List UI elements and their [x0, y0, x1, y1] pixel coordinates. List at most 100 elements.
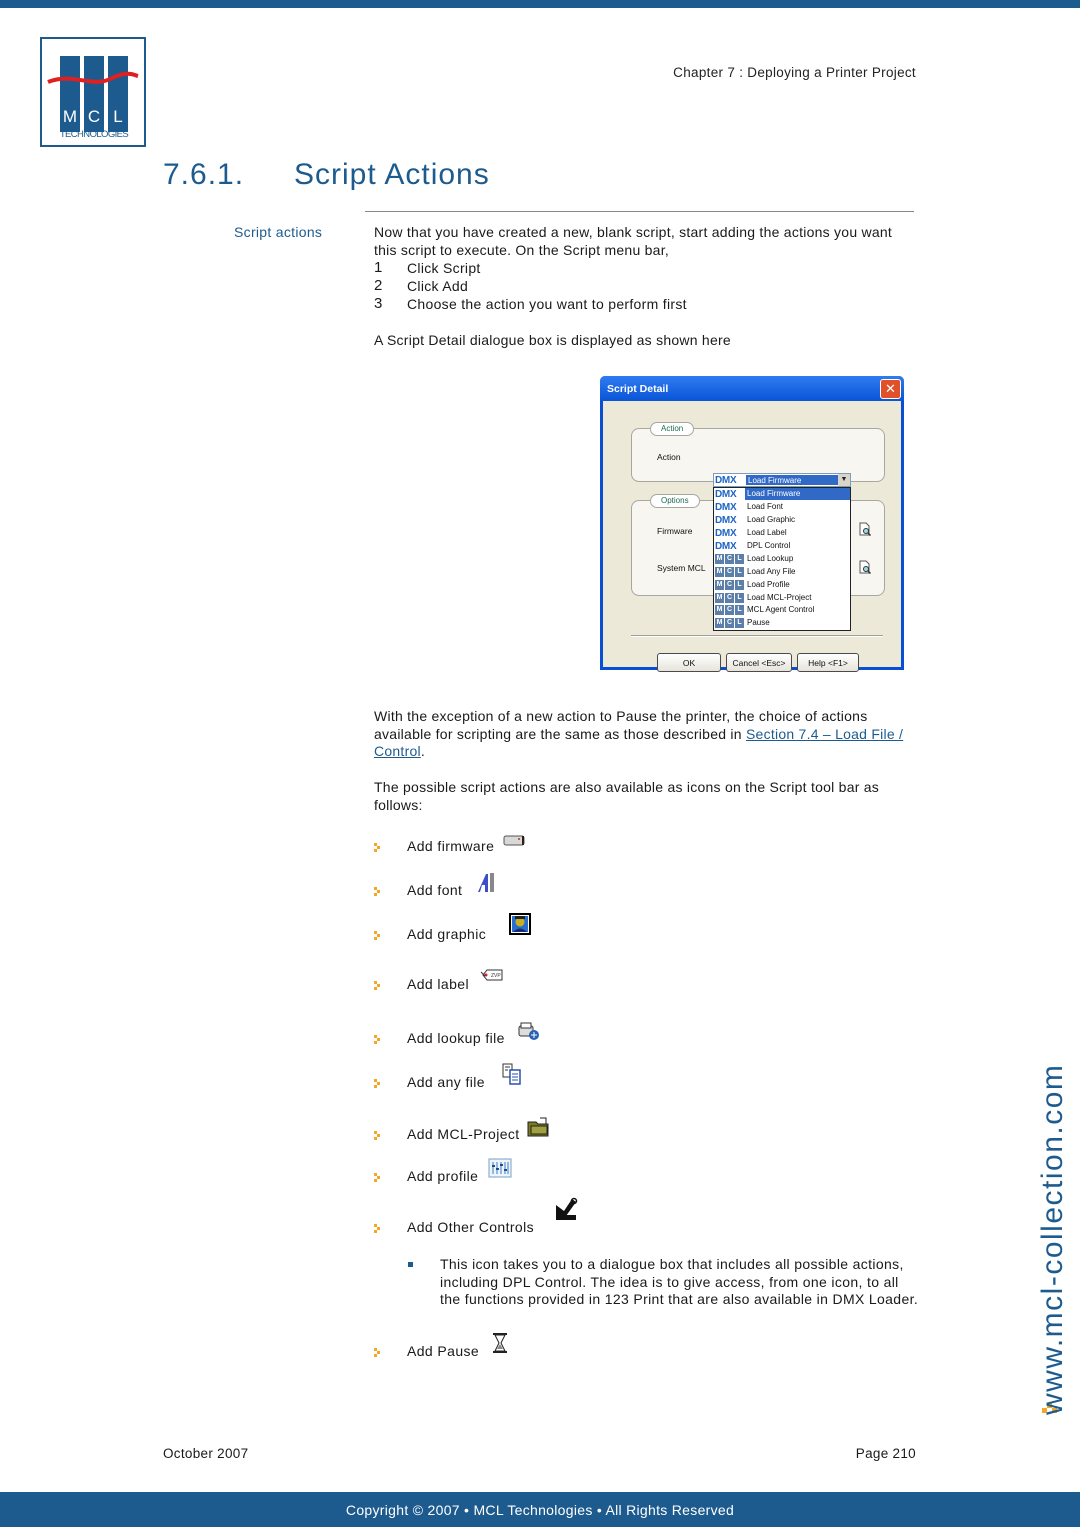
action-label: Action — [657, 452, 681, 462]
mcl-badge-icon: MCL — [714, 566, 745, 577]
mcl-badge-letter: L — [735, 553, 744, 564]
action-dropdown-list: DMX Load Firmware DMX Load Font DMX Load Grap… — [713, 487, 851, 631]
section-number: 7.6.1. — [163, 158, 245, 191]
script-detail-dialog: Script Detail ✕ Action Action Options Fi… — [600, 376, 904, 672]
mcl-badge-letter: M — [715, 579, 724, 590]
system-mcl-label: System MCL — [657, 563, 706, 573]
mcl-badge-letter: C — [725, 592, 734, 603]
arrow-bullet-icon — [374, 981, 380, 990]
dropdown-option-text: Pause — [747, 618, 770, 628]
mcl-badge-letter: M — [715, 566, 724, 577]
dropdown-option-text: Load Graphic — [747, 515, 796, 525]
dialog-caption: A Script Detail dialogue box is displaye… — [374, 332, 731, 348]
other-controls-icon[interactable] — [554, 1197, 578, 1221]
mcl-project-icon[interactable] — [526, 1114, 550, 1138]
dmx-badge-icon: DMX — [715, 501, 737, 513]
dropdown-option[interactable]: M C L Pause — [714, 617, 850, 630]
toolbar-item-label: Add font — [407, 882, 463, 898]
graphic-icon[interactable] — [508, 912, 532, 936]
firmware-icon[interactable] — [502, 828, 526, 852]
dropdown-option[interactable]: M C L Load MCL-Project — [714, 591, 850, 604]
browse-file-icon[interactable] — [858, 522, 872, 536]
dmx-badge-icon: DMX — [715, 474, 737, 486]
toolbar-item-label: Add any file — [407, 1074, 485, 1090]
dropdown-option-text: MCL Agent Control — [747, 605, 815, 615]
arrow-bullet-icon — [374, 1224, 380, 1233]
label-icon[interactable]: ZVP — [480, 964, 504, 988]
section-title: 7.6.1. Script Actions — [163, 158, 490, 192]
dropdown-option[interactable]: DMX Load Graphic — [714, 514, 850, 527]
mcl-badge-letter: M — [715, 605, 724, 616]
mcl-badge-letter: L — [735, 579, 744, 590]
cancel-button[interactable]: Cancel <Esc> — [726, 653, 792, 672]
exception-paragraph: With the exception of a new action to Pa… — [374, 708, 914, 761]
toolbar-item-label: Add graphic — [407, 926, 487, 942]
step-item: 3 Choose the action you want to perform f… — [374, 295, 687, 313]
dropdown-option[interactable]: DMX Load Firmware — [714, 488, 850, 501]
mcl-badge-icon: MCL — [714, 618, 745, 629]
side-label: Script actions — [234, 224, 323, 240]
mcl-badge-letter: C — [725, 605, 734, 616]
arrow-bullet-icon — [374, 1173, 380, 1182]
step-text: Choose the action you want to perform fi… — [407, 296, 687, 312]
any-file-icon[interactable] — [500, 1062, 524, 1086]
dropdown-option[interactable]: M C L Load Lookup — [714, 552, 850, 565]
toolbar-paragraph: The possible script actions are also ava… — [374, 779, 880, 813]
page-number: Page 210 — [855, 1446, 916, 1461]
dropdown-option[interactable]: M C L Load Any File — [714, 565, 850, 578]
chevron-down-icon[interactable]: ▼ — [838, 474, 850, 486]
dropdown-option-text: Load MCL-Project — [747, 592, 812, 602]
dmx-badge-icon: DMX — [715, 488, 737, 500]
mcl-badge-icon: MCL — [714, 592, 745, 603]
arrow-bullet-icon — [374, 1079, 380, 1088]
toolbar-item-label: Add Other Controls — [407, 1219, 535, 1235]
dropdown-option-text: Load Any File — [747, 566, 796, 576]
ok-button[interactable]: OK — [657, 653, 721, 672]
mcl-badge-icon: MCL — [714, 579, 745, 590]
action-group-label: Action — [650, 422, 695, 436]
step-number: 1 — [374, 259, 383, 276]
action-select-value: Load Firmware — [746, 475, 838, 485]
firmware-label: Firmware — [657, 526, 693, 536]
arrow-bullet-icon — [374, 1131, 380, 1140]
dropdown-option[interactable]: DMX Load Font — [714, 501, 850, 514]
arrow-bullet-icon — [374, 1035, 380, 1044]
dropdown-option[interactable]: DMX Load Label — [714, 527, 850, 540]
dropdown-option-text: Load Lookup — [747, 553, 794, 563]
mcl-badge-letter: C — [725, 553, 734, 564]
mcl-badge-icon: MCL — [714, 605, 745, 616]
dropdown-option[interactable]: DMX DPL Control — [714, 540, 850, 553]
logo-subtitle: TECHNOLOGIES — [60, 129, 129, 140]
running-head: Chapter 7 : Deploying a Printer Project — [673, 65, 916, 80]
arrow-bullet-icon — [374, 931, 380, 940]
dropdown-option[interactable]: M C L Load Profile — [714, 578, 850, 591]
dmx-badge-icon: DMX — [715, 540, 737, 552]
help-button[interactable]: Help <F1> — [797, 653, 859, 672]
arrow-bullet-icon — [374, 843, 380, 852]
dmx-badge-icon: DMX — [715, 514, 737, 526]
section-title-text: Script Actions — [294, 158, 490, 191]
other-controls-note: This icon takes you to a dialogue box th… — [440, 1256, 919, 1307]
browse-file-icon[interactable] — [858, 560, 872, 574]
mcl-logo: M C L TECHNOLOGIES — [40, 37, 146, 147]
step-item: 1 Click Script — [374, 259, 687, 277]
dialog-titlebar: Script Detail ✕ — [600, 376, 904, 401]
hourglass-icon[interactable] — [488, 1331, 512, 1355]
step-item: 2 Click Add — [374, 277, 687, 295]
dropdown-option-text: Load Label — [747, 528, 787, 538]
font-icon[interactable] — [474, 870, 498, 894]
logo-letter-c: C — [88, 107, 100, 126]
lookup-file-icon[interactable] — [516, 1020, 540, 1044]
dropdown-option-text: DPL Control — [747, 541, 791, 550]
profile-icon[interactable] — [488, 1156, 512, 1180]
mcl-badge-letter: C — [725, 579, 734, 590]
dropdown-option[interactable]: M C L MCL Agent Control — [714, 604, 850, 617]
close-icon[interactable]: ✕ — [880, 378, 901, 399]
svg-text:ZVP: ZVP — [491, 973, 501, 979]
action-select[interactable]: DMX Load Firmware ▼ — [713, 473, 851, 487]
steps-list: 1 Click Script 2 Click Add 3 Choose the act… — [374, 259, 687, 313]
toolbar-item-label: Add firmware — [407, 838, 495, 854]
mcl-badge-letter: M — [715, 553, 724, 564]
step-number: 2 — [374, 277, 383, 294]
mcl-badge-letter: C — [725, 618, 734, 629]
